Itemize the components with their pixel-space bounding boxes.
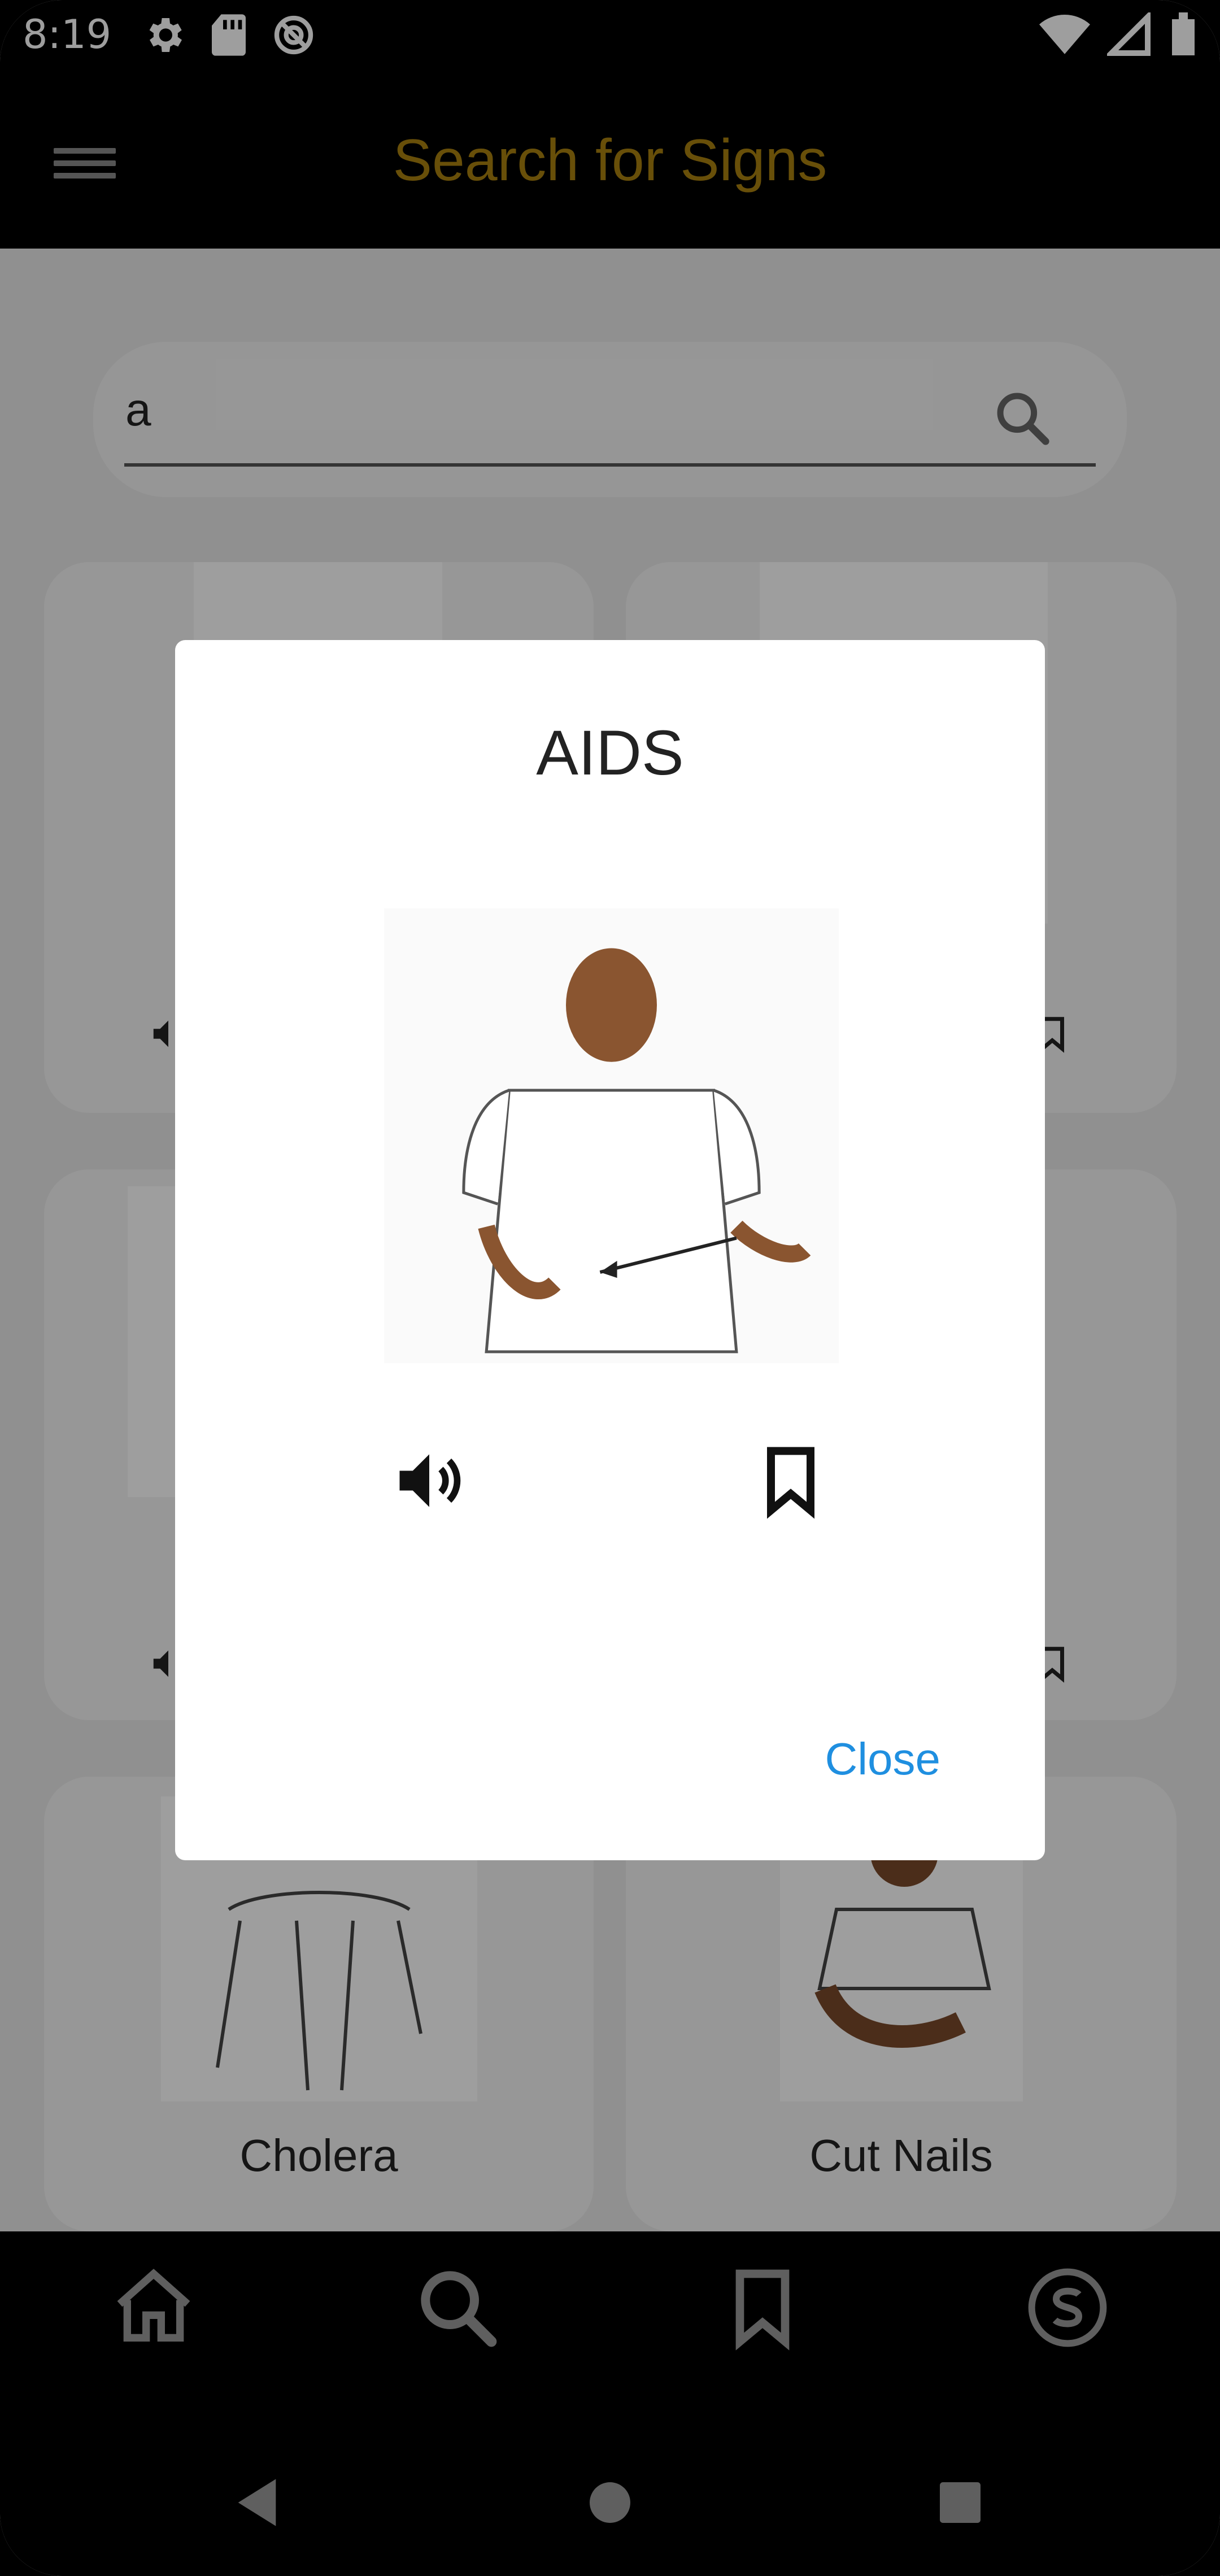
bookmark-icon[interactable]: [751, 1441, 830, 1520]
volume-icon[interactable]: [390, 1441, 469, 1520]
sign-illustration: [462, 948, 811, 1354]
app-screen: 8:19 Search for Signs a Cholera Cut Nail…: [0, 0, 1220, 2576]
sign-image: [384, 908, 839, 1363]
dialog-title: AIDS: [536, 717, 684, 788]
sign-detail-dialog: AIDS Close: [175, 640, 1045, 1860]
close-button[interactable]: Close: [825, 1733, 940, 1785]
